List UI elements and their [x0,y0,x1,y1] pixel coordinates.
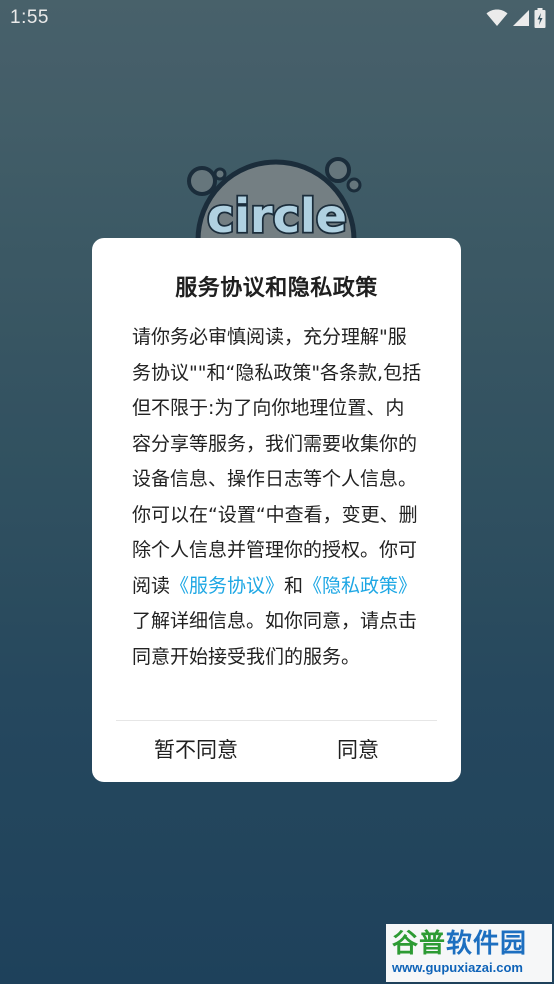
watermark-url: www.gupuxiazai.com [392,960,523,975]
watermark-title: 谷普软件园 [392,928,546,960]
watermark: 谷普软件园 www.gupuxiazai.com [386,924,552,982]
body-text-and: 和 [284,574,304,597]
watermark-title-part1: 谷普 [392,929,447,959]
body-text-part1: 请你务必审慎阅读，充分理解"服务协议""和“隐私政策"各条款,包括但不限于:为了… [132,326,422,597]
dialog-body: 请你务必审慎阅读，充分理解"服务协议""和“隐私政策"各条款,包括但不限于:为了… [132,320,422,675]
body-text-part2: 了解详细信息。如你同意，请点击同意开始接受我们的服务。 [132,610,418,668]
agree-button[interactable]: 同意 [288,728,428,772]
privacy-dialog: 服务协议和隐私政策 请你务必审慎阅读，充分理解"服务协议""和“隐私政策"各条款… [92,238,461,782]
service-agreement-link[interactable]: 《服务协议》 [170,575,284,597]
privacy-policy-link[interactable]: 《隐私政策》 [303,575,417,597]
disagree-button[interactable]: 暂不同意 [126,728,266,772]
dialog-divider [116,720,437,721]
watermark-title-part2: 软件园 [446,929,528,959]
dialog-title: 服务协议和隐私政策 [175,276,378,301]
